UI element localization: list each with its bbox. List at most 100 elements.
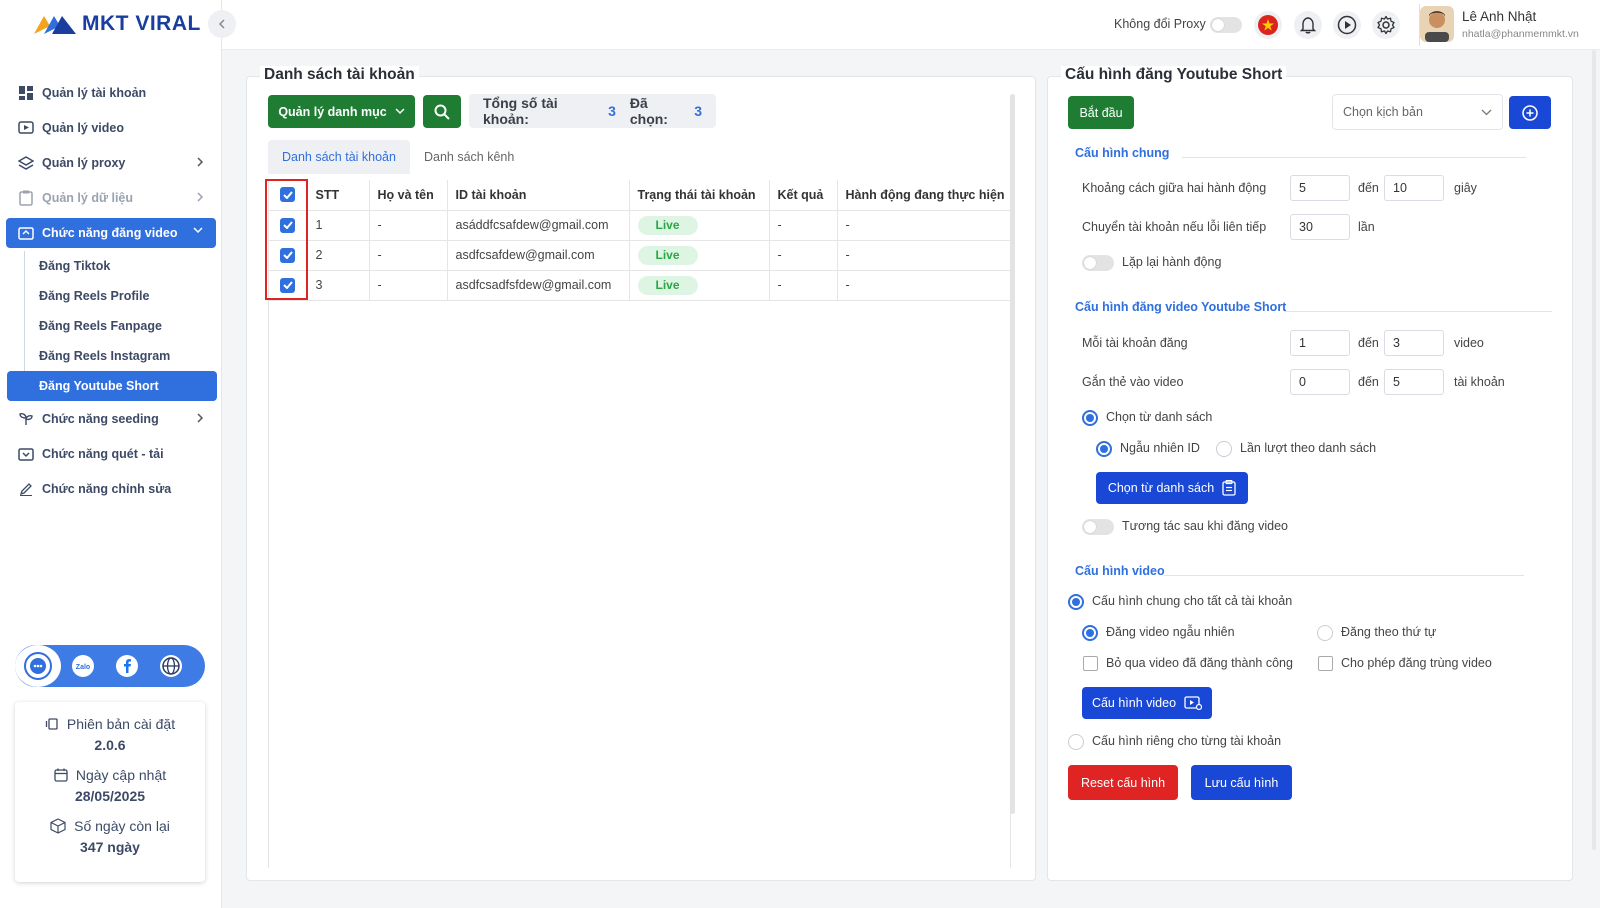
version-row: Phiên bản cài đặt [15,716,205,732]
version-value: 2.0.6 [94,737,126,753]
sidebar-item-scan[interactable]: Chức năng quét - tải [6,439,216,469]
column-header-stt[interactable]: STT [306,180,370,211]
table-row[interactable]: 3 - asdfcsadfsfdew@gmail.com Live - - [269,269,1012,301]
column-header-action[interactable]: Hành động đang thực hiện [836,180,1012,211]
reset-config-button[interactable]: Reset cấu hình [1068,765,1178,800]
to-label: đến [1358,375,1379,389]
cell-id: asdfcsadfsfdew@gmail.com [446,269,630,301]
tab-account-list[interactable]: Danh sách tài khoản [268,140,410,174]
common-config-radio[interactable] [1068,594,1084,610]
zalo-icon[interactable]: Zalo [61,645,105,687]
tag-to-input[interactable]: 5 [1384,369,1444,395]
table-row[interactable]: 1 - asáddfcsafdew@gmail.com Live - - [269,209,1012,241]
user-email: nhatla@phanmemmkt.vn [1462,28,1579,40]
sidebar-item-edit[interactable]: Chức năng chỉnh sửa [6,474,216,504]
order-post-label: Đăng theo thứ tự [1341,625,1437,639]
random-id-radio[interactable] [1096,441,1112,457]
account-unit-label: tài khoản [1454,375,1505,389]
add-script-button[interactable] [1509,96,1551,129]
sidebar-item-data[interactable]: Quản lý dữ liệu [6,183,216,213]
collapse-sidebar-button[interactable] [208,10,236,38]
remaining-label: Số ngày còn lại [74,818,170,834]
page-scrollbar[interactable] [1592,50,1596,850]
sidebar-item-accounts[interactable]: Quản lý tài khoản [6,78,216,108]
per-account-to-input[interactable]: 3 [1384,330,1444,356]
language-flag-icon[interactable] [1254,11,1282,39]
to-label: đến [1358,336,1379,350]
switch-account-input[interactable]: 30 [1290,214,1350,240]
bell-icon[interactable] [1294,11,1322,39]
sequential-radio[interactable] [1216,441,1232,457]
proxy-label: Không đổi Proxy [1114,17,1206,31]
cell-status: Live [628,209,770,241]
video-config-title: Cấu hình video [1075,564,1165,578]
box-icon [50,818,66,834]
save-config-button[interactable]: Lưu cấu hình [1191,765,1292,800]
cell-action: - [836,239,1012,271]
tag-from-input[interactable]: 0 [1290,369,1350,395]
facebook-icon[interactable] [105,645,149,687]
sidebar-item-seeding[interactable]: Chức năng seeding [6,404,216,434]
sidebar-item-videos[interactable]: Quản lý video [6,113,216,143]
sidebar-item-label: Chức năng seeding [42,412,159,426]
chevron-down-icon [192,226,204,234]
random-post-radio[interactable] [1082,625,1098,641]
column-header-id[interactable]: ID tài khoản [446,180,630,211]
tab-channel-list[interactable]: Danh sách kênh [410,140,528,174]
repeat-action-toggle[interactable] [1082,255,1114,271]
svg-text:Zalo: Zalo [76,664,90,671]
table-scrollbar[interactable] [1010,94,1015,814]
video-config-button[interactable]: Cấu hình video [1082,687,1212,719]
proxy-toggle[interactable] [1210,17,1242,33]
row-checkbox[interactable] [280,217,296,233]
choose-list-radio[interactable] [1082,410,1098,426]
select-all-checkbox[interactable] [280,187,296,203]
calendar-icon [54,768,68,782]
manage-category-button[interactable]: Quản lý danh mục [268,95,415,128]
sidebar-item-post-video[interactable]: Chức năng đăng video [6,218,216,248]
sidebar-item-label: Chức năng chỉnh sửa [42,482,172,496]
play-icon[interactable] [1333,11,1361,39]
cell-name: - [368,209,448,241]
logo-mark-icon [34,16,76,34]
cell-name: - [368,269,448,301]
sidebar-subitem-youtube-short[interactable]: Đăng Youtube Short [7,371,217,401]
start-button[interactable]: Bắt đầu [1068,96,1134,129]
allow-duplicate-checkbox[interactable] [1318,656,1333,671]
row-checkbox[interactable] [280,247,296,263]
gear-icon[interactable] [1372,11,1400,39]
chevron-down-icon [395,108,405,115]
row-checkbox[interactable] [280,277,296,293]
order-post-radio[interactable] [1317,625,1333,641]
column-header-name[interactable]: Họ và tên [368,180,448,211]
config-title: Cấu hình đăng Youtube Short [1061,66,1287,84]
skip-posted-checkbox[interactable] [1083,656,1098,671]
per-account-from-input[interactable]: 1 [1290,330,1350,356]
avatar[interactable] [1420,6,1454,42]
select-all-cell [269,180,308,211]
sidebar-subitem-tiktok[interactable]: Đăng Tiktok [25,251,216,281]
sidebar-subitem-reels-fanpage[interactable]: Đăng Reels Fanpage [25,311,216,341]
choose-from-list-button[interactable]: Chọn từ danh sách [1096,472,1248,504]
script-select[interactable]: Chọn kịch bản [1332,94,1503,130]
interval-from-input[interactable]: 5 [1290,175,1350,201]
sidebar-subitem-reels-profile[interactable]: Đăng Reels Profile [25,281,216,311]
per-account-config-radio[interactable] [1068,734,1084,750]
video-config-label: Cấu hình video [1091,696,1177,710]
sidebar-item-proxy[interactable]: Quản lý proxy [6,148,216,178]
table-row[interactable]: 2 - asdfcsafdew@gmail.com Live - - [269,239,1012,271]
user-name: Lê Anh Nhật [1462,9,1537,24]
support-icon[interactable] [15,645,61,687]
globe-icon[interactable] [149,645,193,687]
sidebar-item-label: Quản lý tài khoản [42,86,147,100]
sidebar-subitem-reels-instagram[interactable]: Đăng Reels Instagram [25,341,216,371]
selected-label: Đã chọn: [629,95,668,127]
interact-after-post-toggle[interactable] [1082,519,1114,535]
interval-to-input[interactable]: 10 [1384,175,1444,201]
choose-from-list-label: Chọn từ danh sách [1107,481,1215,495]
check-icon [283,251,293,259]
search-button[interactable] [423,95,461,128]
check-icon [283,221,293,229]
column-header-status[interactable]: Trạng thái tài khoản [628,180,770,211]
column-header-result[interactable]: Kết quả [768,180,838,211]
